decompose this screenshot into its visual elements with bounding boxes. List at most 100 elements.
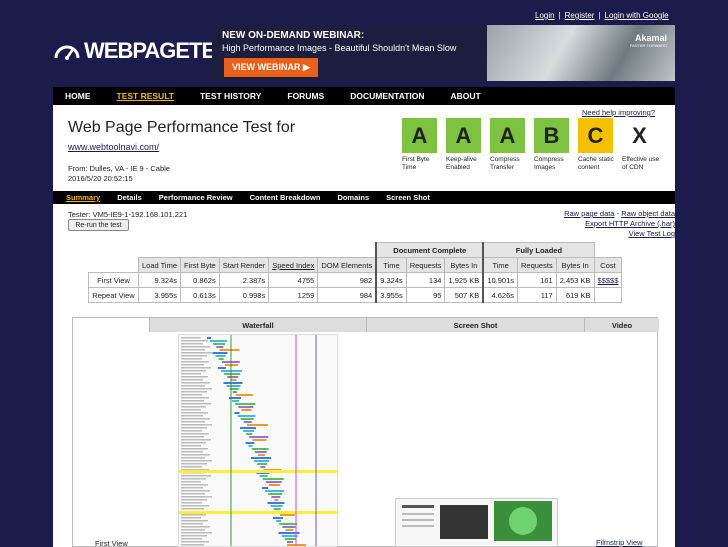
waterfall-row-label (181, 517, 201, 519)
waterfall-row-label (181, 382, 210, 384)
webinar-banner[interactable]: NEW ON-DEMAND WEBINAR: High Performance … (212, 25, 675, 81)
waterfall-row-label (181, 427, 207, 429)
group-fully-loaded: Fully Loaded (482, 242, 595, 258)
nav-test-result[interactable]: TEST RESULT (117, 91, 174, 101)
waterfall-row-label (181, 397, 209, 399)
grade-first-byte[interactable]: A First Byte Time (402, 118, 442, 172)
waterfall-bar (276, 520, 282, 522)
waterfall-row-label (181, 406, 206, 408)
banner-subline: High Performance Images - Beautiful Shou… (222, 43, 457, 53)
waterfall-row-label (181, 409, 201, 411)
view-webinar-button[interactable]: VIEW WEBINAR ▶ (224, 58, 318, 77)
waterfall-row-label (181, 478, 206, 480)
login-google-link[interactable]: Login with Google (605, 11, 669, 20)
nav-test-history[interactable]: TEST HISTORY (200, 91, 261, 101)
register-link[interactable]: Register (565, 11, 595, 20)
rerun-test-button[interactable]: Re-run the test (68, 219, 129, 231)
waterfall-row-label (181, 445, 201, 447)
waterfall-row-label (181, 442, 206, 444)
waterfall-row-label (181, 496, 212, 498)
raw-object-data-link[interactable]: Raw object data (621, 209, 675, 218)
grade-cdn[interactable]: X Effective use of CDN (622, 118, 662, 172)
nav-home[interactable]: HOME (65, 91, 91, 101)
waterfall-thumbnail[interactable] (178, 334, 338, 547)
export-har-link[interactable]: Export HTTP Archive (.har) (585, 219, 675, 228)
col-speed-index[interactable]: Speed Index (268, 257, 319, 273)
waterfall-bar (215, 355, 226, 357)
waterfall-row-label (181, 361, 209, 363)
waterfall-bar (268, 493, 283, 495)
grade-box: A (490, 118, 525, 153)
cost-link[interactable]: $$$$$ (593, 272, 623, 288)
grade-label: Compress Transfer (490, 156, 520, 171)
waterfall-row-label (181, 532, 212, 534)
waterfall-bar (226, 385, 241, 387)
grade-compress-images[interactable]: B Compress Images (534, 118, 574, 172)
speedometer-icon (54, 45, 80, 60)
grade-label: First Byte Time (402, 156, 430, 171)
table-cell: 982 (317, 272, 377, 288)
grade-box: A (402, 118, 437, 153)
tested-url-link[interactable]: www.webtoolnavi.com/ (68, 142, 159, 152)
waterfall-row-label (181, 460, 212, 462)
waterfall-bar (257, 463, 268, 465)
waterfall-bar (271, 496, 281, 498)
tab-screen-shot[interactable]: Screen Shot (386, 193, 430, 202)
waterfall-row-label (181, 439, 211, 441)
tab-details[interactable]: Details (117, 193, 142, 202)
tab-summary[interactable]: Summary (66, 193, 100, 202)
waterfall-row-label (181, 421, 205, 423)
filmstrip-view-link[interactable]: Filmstrip View (596, 538, 643, 547)
waterfall-row-label (181, 364, 204, 366)
view-test-log-link[interactable]: View Test Log (629, 229, 675, 238)
page-screenshot-thumbnail[interactable] (395, 498, 558, 547)
waterfall-row-label (181, 448, 208, 450)
waterfall-bar (273, 517, 283, 519)
waterfall-row-label (181, 436, 204, 438)
col-dom-elements: DOM Elements (317, 257, 377, 273)
table-cell: 0.613s (180, 287, 220, 303)
login-link[interactable]: Login (535, 11, 555, 20)
raw-page-data-link[interactable]: Raw page data (564, 209, 614, 218)
page-title: Web Page Performance Test for (68, 119, 296, 136)
table-cell: 2,453 KB (555, 272, 595, 288)
nav-about[interactable]: ABOUT (451, 91, 481, 101)
need-help-link[interactable]: Need help improving? (582, 108, 655, 117)
nav-documentation[interactable]: DOCUMENTATION (350, 91, 424, 101)
waterfall-row-label (181, 523, 203, 525)
akamai-logo: Akamai FASTER FORWARD (630, 33, 667, 48)
result-tabs: Summary Details Performance Review Conte… (53, 191, 675, 204)
grade-keep-alive[interactable]: A Keep-alive Enabled (446, 118, 486, 172)
waterfall-bar (234, 412, 240, 414)
table-cell: 619 KB (555, 287, 595, 303)
tab-domains[interactable]: Domains (337, 193, 369, 202)
waterfall-row-label (181, 499, 207, 501)
screenshot-graphic (396, 499, 557, 546)
waterfall-header: Waterfall (150, 318, 367, 332)
nav-forums[interactable]: FORUMS (287, 91, 324, 101)
col-full-time: Time (482, 257, 519, 273)
video-header: Video (585, 318, 659, 332)
grade-cache-static[interactable]: C Cache static content (578, 118, 618, 172)
waterfall-bar (267, 502, 285, 504)
tab-content-breakdown[interactable]: Content Breakdown (250, 193, 321, 202)
grade-compress-transfer[interactable]: A Compress Transfer (490, 118, 530, 172)
waterfall-row-label (181, 349, 205, 351)
waterfall-row-label (181, 454, 210, 456)
table-cell: 134 (405, 272, 446, 288)
waterfall-bar (273, 508, 281, 510)
table-cell: 2.387s (218, 272, 270, 288)
table-cell: 1259 (268, 287, 319, 303)
table-cell: 507 KB (444, 287, 484, 303)
test-date: 2016/5/20 20:52:15 (68, 174, 133, 183)
waterfall-bar (274, 499, 279, 501)
waterfall-row-label (181, 490, 210, 492)
waterfall-row-label (181, 358, 202, 360)
tab-performance-review[interactable]: Performance Review (159, 193, 233, 202)
waterfall-bar (245, 442, 255, 444)
waterfall-bar (254, 451, 267, 453)
waterfall-row-label (181, 394, 202, 396)
waterfall-bar (270, 505, 283, 507)
col-doc-bytes: Bytes In (444, 257, 484, 273)
waterfall-row-label (181, 400, 204, 402)
